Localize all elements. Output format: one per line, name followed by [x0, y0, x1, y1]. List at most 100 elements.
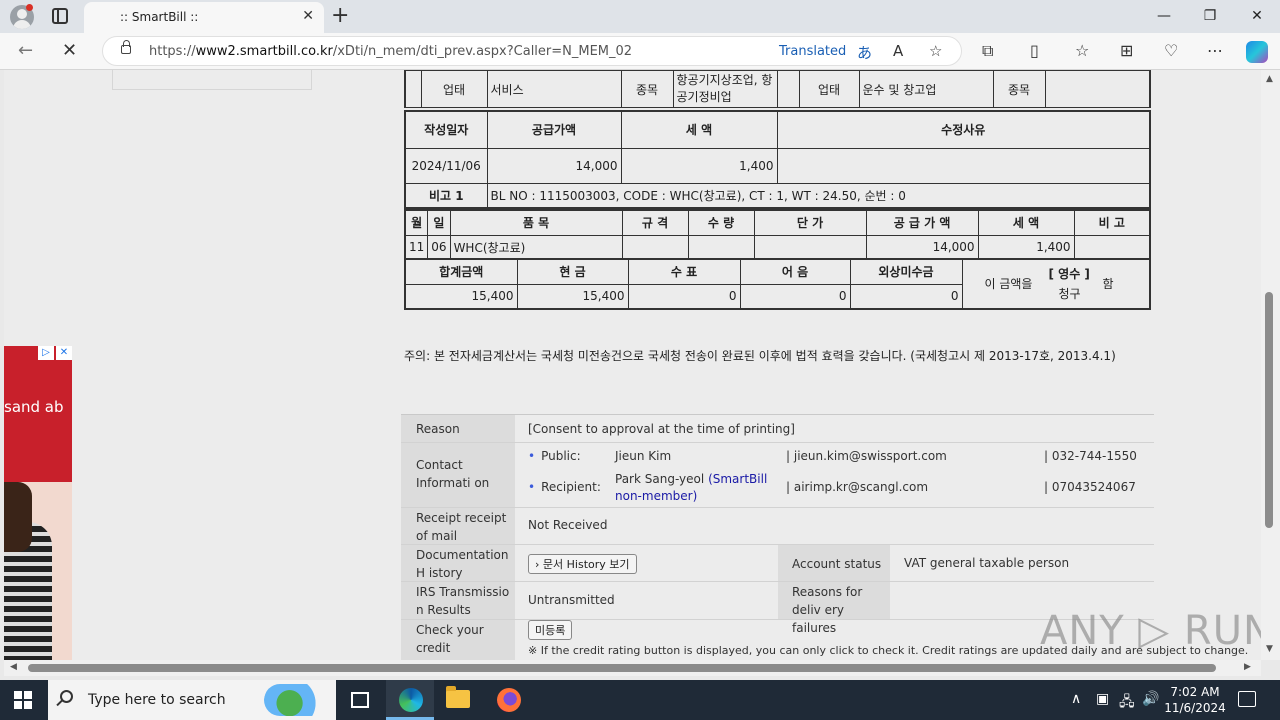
item-supply-amount: 14,000: [865, 234, 979, 261]
translated-label[interactable]: Translated: [779, 44, 846, 59]
favorite-star-icon[interactable]: ☆: [929, 42, 942, 60]
tray-chevron-icon[interactable]: ∧: [1071, 691, 1081, 707]
irs-value: Untransmitted: [528, 593, 615, 607]
horizontal-scrollbar[interactable]: ◀ ▶: [4, 660, 1261, 676]
mail-receipt-row: Receipt receipt of mail Not Received: [401, 508, 1154, 545]
tab-actions-icon[interactable]: [52, 8, 68, 24]
total-header-sum: 합계금액: [404, 258, 518, 285]
browser-tab[interactable]: :: SmartBill :: ✕: [84, 2, 324, 33]
start-windows-icon[interactable]: [14, 691, 32, 709]
translate-icon[interactable]: あ: [857, 42, 872, 63]
account-status-value: VAT general taxable person: [904, 556, 1070, 570]
items-header-qty: 수 량: [687, 209, 755, 236]
stop-loading-icon[interactable]: ✕: [62, 40, 77, 61]
new-tab-icon[interactable]: +: [331, 3, 349, 29]
items-header-spec: 규 격: [621, 209, 689, 236]
amount-suffix: 함: [1102, 277, 1114, 291]
tax-amount-value: 1,400: [620, 147, 778, 184]
extensions-icon[interactable]: ⧉: [982, 41, 993, 61]
credit-label: Check your credit worthiness: [401, 620, 515, 660]
items-header-tax: 세 액: [977, 209, 1075, 236]
restore-button[interactable]: ❐: [1187, 4, 1233, 28]
url-text[interactable]: https://www2.smartbill.co.kr/xDti/n_mem/…: [149, 44, 632, 59]
items-header-note: 비 고: [1073, 209, 1151, 236]
taskbar-search-box[interactable]: Type here to search: [48, 680, 336, 720]
header-supply-amount: 공급가액: [486, 110, 622, 149]
delivery-failure-label: Reasons for deliv ery failures: [778, 582, 890, 635]
task-view-icon: [351, 692, 369, 708]
vertical-scroll-thumb[interactable]: [1265, 292, 1273, 528]
total-sum-value: 15,400: [404, 283, 518, 310]
taskbar-clock[interactable]: 7:02 AM 11/6/2024: [1160, 684, 1230, 716]
items-table: 월 일 품 목 규 격 수 량 단 가 공 급 가 액 세 액 비 고 11 0…: [404, 209, 1151, 261]
edge-taskbar-button[interactable]: [386, 680, 434, 720]
remark-value: BL NO : 1115003003, CODE : WHC(창고료), CT …: [486, 182, 1151, 209]
tab-title: :: SmartBill ::: [120, 10, 199, 24]
volume-icon[interactable]: 🔊: [1142, 691, 1159, 707]
totals-table: 합계금액 현 금 수 표 어 음 외상미수금 이 금액을 [ 영수 ] 청구 함…: [404, 258, 1151, 310]
copilot-icon[interactable]: [1246, 41, 1268, 63]
address-bar[interactable]: https://www2.smartbill.co.kr/xDti/n_mem/…: [102, 36, 962, 66]
scroll-right-icon[interactable]: ▶: [1244, 662, 1251, 672]
tray-device-icon[interactable]: ▣: [1096, 691, 1109, 707]
browser-essentials-icon[interactable]: ♡: [1164, 41, 1178, 60]
taskbar-search-placeholder[interactable]: Type here to search: [88, 692, 226, 708]
mail-receipt-label: Receipt receipt of mail: [401, 508, 515, 544]
close-window-button[interactable]: ✕: [1234, 4, 1280, 28]
recipient-phone: | 07043524067: [1044, 480, 1136, 494]
ad-choices-icon[interactable]: ▷: [38, 346, 54, 360]
minimize-button[interactable]: —: [1141, 4, 1187, 28]
credit-register-button[interactable]: 미등록: [528, 620, 573, 640]
recipient-label: Recipient:: [541, 480, 601, 494]
lock-icon[interactable]: [121, 40, 131, 54]
issue-date-value: 2024/11/06: [404, 147, 488, 184]
claim-label: 청구: [1058, 287, 1081, 301]
account-status-label: Account status: [778, 545, 890, 581]
scroll-left-icon[interactable]: ◀: [10, 662, 17, 672]
search-highlight-icon: [264, 684, 328, 716]
scroll-up-icon[interactable]: ▲: [1266, 74, 1273, 84]
total-credit-value: 0: [849, 283, 963, 310]
file-explorer-taskbar-button[interactable]: [434, 680, 482, 720]
recv-biz-type-label: 업태: [798, 70, 860, 108]
edge-icon: [399, 688, 423, 712]
ad-close-icon[interactable]: ✕: [56, 346, 72, 360]
search-icon: [60, 690, 73, 703]
reason-label: Reason: [401, 415, 515, 442]
scroll-down-icon[interactable]: ▼: [1266, 644, 1273, 654]
task-view-button[interactable]: [337, 680, 385, 720]
collections-icon[interactable]: ⊞: [1120, 41, 1133, 60]
item-spec: [621, 234, 689, 261]
more-menu-icon[interactable]: ⋯: [1207, 41, 1223, 60]
bullet-icon: •: [528, 480, 536, 494]
read-aloud-icon[interactable]: A: [893, 42, 903, 60]
items-header-day: 일: [427, 209, 451, 236]
document-history-button[interactable]: › 문서 History 보기: [528, 554, 637, 574]
total-header-note: 어 음: [739, 258, 851, 285]
notifications-icon[interactable]: [1238, 691, 1256, 707]
network-icon[interactable]: 🖧: [1119, 691, 1135, 715]
amount-prefix: 이 금액을: [984, 277, 1033, 291]
ad-banner[interactable]: ▷ ✕ sand ab: [4, 346, 72, 660]
header-revision-reason: 수정사유: [776, 110, 1151, 149]
folder-icon: [446, 686, 470, 708]
notification-dot-icon: [26, 4, 33, 11]
vertical-scrollbar[interactable]: ▲ ▼: [1261, 70, 1280, 660]
recipient-email: | airimp.kr@scangl.com: [786, 480, 929, 494]
horizontal-scroll-thumb[interactable]: [28, 664, 1216, 672]
back-arrow-icon[interactable]: ←: [18, 40, 33, 61]
tab-close-icon[interactable]: ✕: [302, 8, 314, 24]
split-screen-icon[interactable]: ▯: [1030, 41, 1039, 60]
ad-text: sand ab: [4, 398, 64, 416]
recv-item-value: [1044, 70, 1151, 108]
header-issue-date: 작성일자: [404, 110, 488, 149]
table-row: 11 06 WHC(창고료) 14,000 1,400: [404, 234, 1151, 261]
documentation-label: Documentation H istory: [401, 545, 515, 581]
contact-label: Contact Informati on: [401, 443, 515, 507]
item-month: 11: [404, 234, 429, 261]
favorites-icon[interactable]: ☆: [1075, 41, 1089, 60]
mail-receipt-value: Not Received: [528, 518, 608, 532]
firefox-taskbar-button[interactable]: [484, 680, 532, 720]
receipt-label: [ 영수 ]: [1048, 267, 1090, 281]
public-label: Public:: [541, 449, 581, 463]
